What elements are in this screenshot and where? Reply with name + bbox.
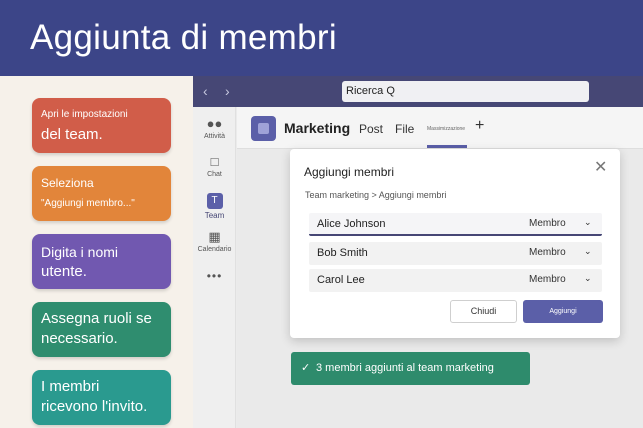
tab-massimizzazione[interactable]: Massimizzazione: [427, 126, 465, 132]
check-icon: ✓: [301, 362, 311, 374]
rail-label-chat: Chat: [207, 171, 222, 178]
rail-label-team: Team: [204, 211, 225, 220]
step-5-line-1: I membri: [41, 378, 100, 395]
member-row[interactable]: Carol Lee Membro ⌄: [309, 269, 602, 292]
step-3-line-1: Digita i nomi: [41, 244, 119, 260]
role-select[interactable]: Membro: [529, 247, 566, 258]
chevron-down-icon[interactable]: ⌄: [584, 217, 592, 228]
teams-icon: T: [206, 193, 223, 209]
step-card-2: Seleziona "Aggiungi membro...": [32, 166, 171, 221]
team-name: Marketing: [284, 120, 351, 136]
step-5-line-2: ricevono l'invito.: [41, 397, 148, 415]
calendar-icon: ▦: [208, 229, 221, 244]
rail-label-calendar: Calendario: [197, 246, 232, 253]
member-row[interactable]: Alice Johnson Membro ⌄: [309, 213, 602, 236]
teams-window: ‹ › Ricerca Q ●● Attività □ Chat T Team …: [193, 76, 643, 428]
app-rail: ●● Attività □ Chat T Team ▦ Calendario •…: [193, 107, 236, 428]
chat-icon: □: [210, 154, 219, 169]
add-members-dialog: Aggiungi membri ✕ Team marketing > Aggiu…: [290, 149, 620, 338]
member-row[interactable]: Bob Smith Membro ⌄: [309, 242, 602, 265]
rail-item-team[interactable]: T Team: [193, 193, 236, 220]
toast-message: 3 membri aggiunti al team marketing: [316, 362, 494, 374]
member-name: Alice Johnson: [317, 218, 386, 230]
step-card-3: Digita i nomi utente.: [32, 234, 171, 289]
steps-panel: Apri le impostazioni del team. Seleziona…: [0, 76, 193, 428]
step-1-line-1: Apri le impostazioni: [41, 109, 128, 120]
step-4-line-2: necessario.: [41, 329, 118, 347]
member-name: Carol Lee: [317, 274, 365, 286]
add-tab-button[interactable]: +: [475, 117, 484, 135]
dialog-title: Aggiungi membri: [304, 165, 395, 179]
channel-header: Marketing Post File Massimizzazione +: [237, 107, 643, 149]
step-3-line-2: utente.: [41, 262, 87, 280]
add-members-button[interactable]: Aggiungi: [523, 300, 603, 323]
search-input[interactable]: Ricerca Q: [342, 81, 589, 102]
cancel-button[interactable]: Chiudi: [450, 300, 517, 323]
active-tab-indicator: [427, 145, 467, 148]
step-2-line-1: Seleziona: [41, 176, 94, 190]
rail-label-activity: Attività: [203, 133, 225, 140]
role-select[interactable]: Membro: [529, 218, 566, 229]
team-avatar: [251, 116, 276, 141]
member-name: Bob Smith: [317, 247, 368, 259]
more-icon[interactable]: •••: [193, 269, 236, 283]
close-icon[interactable]: ✕: [594, 157, 607, 177]
chevron-right-icon[interactable]: ›: [225, 83, 230, 99]
banner: Aggiunta di membri: [0, 0, 643, 76]
step-card-4: Assegna ruoli se necessario.: [32, 302, 171, 357]
role-select[interactable]: Membro: [529, 274, 566, 285]
breadcrumb: Team marketing > Aggiungi membri: [305, 190, 447, 200]
step-1-line-2: del team.: [41, 125, 103, 143]
chevron-left-icon[interactable]: ‹: [203, 83, 208, 99]
step-4-line-1: Assegna ruoli se: [41, 310, 152, 327]
chevron-down-icon[interactable]: ⌄: [584, 273, 592, 284]
step-card-1: Apri le impostazioni del team.: [32, 98, 171, 153]
tab-file[interactable]: File: [395, 122, 414, 136]
title-bar: ‹ › Ricerca Q: [193, 76, 643, 107]
chevron-down-icon[interactable]: ⌄: [584, 246, 592, 257]
banner-title: Aggiunta di membri: [30, 18, 337, 57]
success-toast: ✓ 3 membri aggiunti al team marketing: [291, 352, 530, 385]
people-icon: ●●: [206, 116, 223, 131]
rail-item-chat[interactable]: □ Chat: [193, 154, 236, 179]
rail-item-activity[interactable]: ●● Attività: [193, 116, 236, 141]
tab-post[interactable]: Post: [359, 122, 383, 136]
step-card-5: I membri ricevono l'invito.: [32, 370, 171, 425]
step-2-line-2: "Aggiungi membro...": [41, 198, 135, 209]
rail-item-calendar[interactable]: ▦ Calendario: [193, 229, 236, 254]
